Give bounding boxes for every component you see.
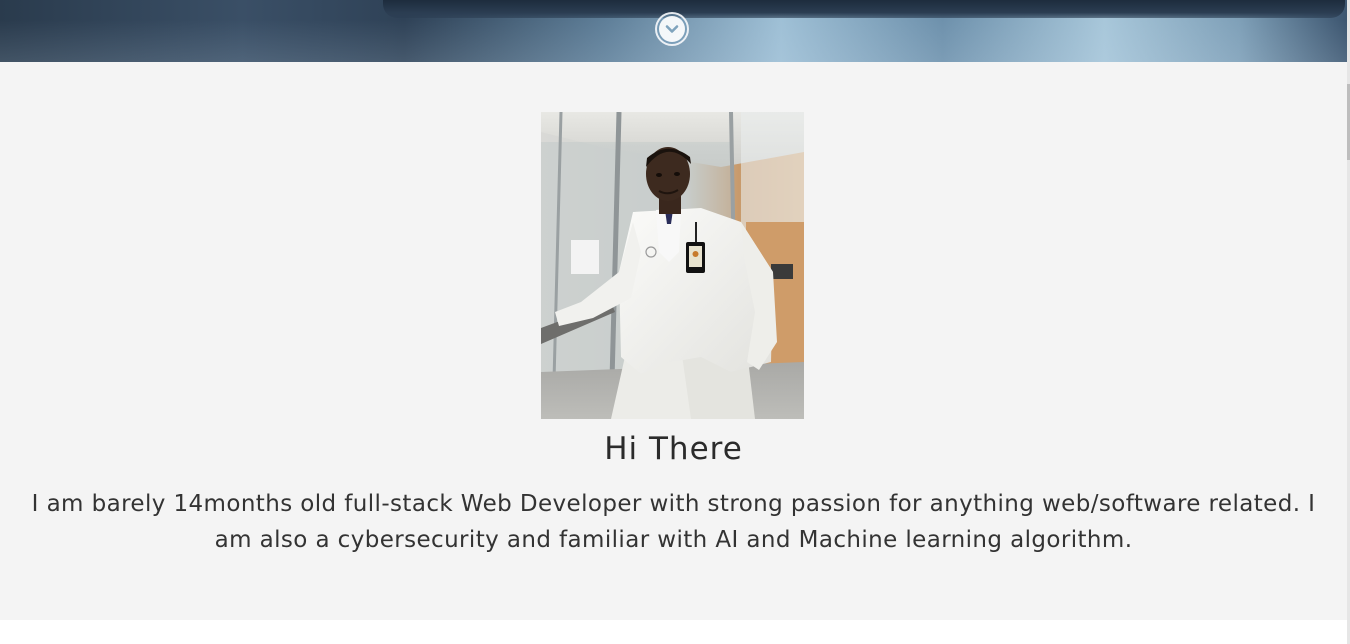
greeting-heading: Hi There bbox=[604, 431, 743, 467]
about-section: Hi There I am barely 14months old full-s… bbox=[0, 62, 1347, 620]
intro-paragraph: I am barely 14months old full-stack Web … bbox=[31, 491, 1316, 553]
scroll-down-circle bbox=[659, 16, 685, 42]
hero-dark-band bbox=[383, 0, 1345, 18]
hero-banner bbox=[0, 0, 1347, 62]
profile-photo-illustration bbox=[541, 112, 804, 419]
scroll-down-button[interactable] bbox=[655, 12, 689, 46]
profile-photo bbox=[541, 112, 804, 419]
chevron-down-icon bbox=[665, 25, 679, 33]
